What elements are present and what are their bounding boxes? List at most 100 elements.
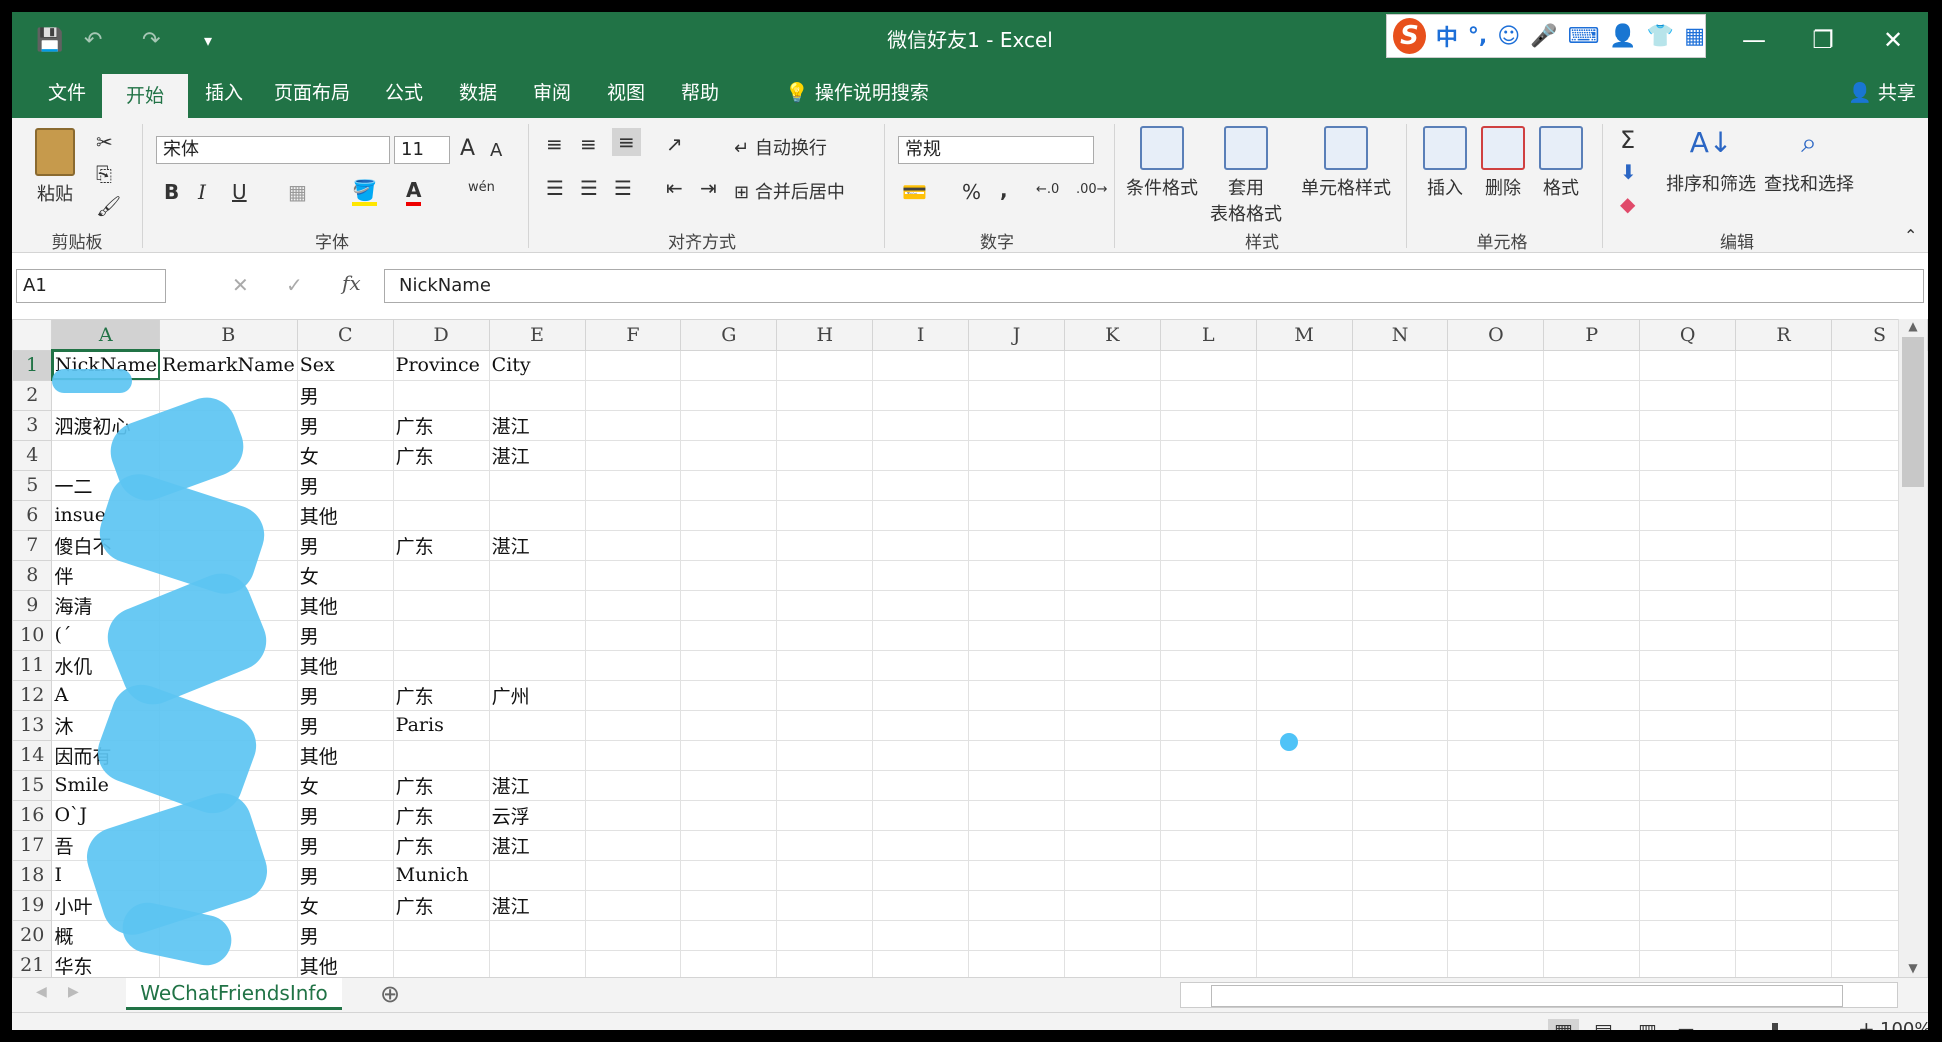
cell[interactable] — [488, 859, 586, 891]
cell[interactable] — [1735, 619, 1832, 651]
row-header[interactable]: 11 — [12, 649, 53, 681]
row-header[interactable]: 5 — [12, 469, 53, 501]
cell[interactable] — [1735, 889, 1832, 921]
cell[interactable] — [1543, 889, 1641, 921]
row-header[interactable]: 13 — [12, 709, 53, 741]
cell[interactable] — [1255, 559, 1353, 591]
cell[interactable]: 广东 — [392, 829, 490, 861]
row-header[interactable]: 2 — [12, 379, 53, 411]
cell[interactable]: 其他 — [296, 949, 394, 977]
cell[interactable] — [488, 709, 586, 741]
row-header[interactable]: 7 — [12, 529, 53, 561]
column-header-c[interactable]: C — [296, 319, 394, 351]
cell[interactable] — [1447, 469, 1545, 501]
cell[interactable] — [968, 859, 1065, 891]
cell[interactable] — [1447, 739, 1545, 771]
row-header[interactable]: 6 — [12, 499, 53, 531]
borders-icon[interactable]: ▦ — [288, 180, 307, 204]
cell[interactable] — [968, 739, 1065, 771]
cell[interactable] — [680, 409, 778, 441]
decrease-decimal-icon[interactable]: .00→ — [1076, 182, 1108, 197]
cell[interactable] — [1159, 919, 1257, 951]
cell[interactable] — [1255, 619, 1353, 651]
cell[interactable]: 湛江 — [488, 829, 586, 861]
row-header[interactable]: 8 — [12, 559, 53, 591]
cell[interactable]: 男 — [296, 469, 394, 501]
merge-center-button[interactable]: ⊞ 合并后居中 — [734, 178, 845, 204]
cell[interactable] — [776, 829, 874, 861]
cell[interactable] — [1735, 829, 1832, 861]
cell[interactable] — [1735, 409, 1832, 441]
cell[interactable] — [1639, 559, 1737, 591]
cell[interactable]: 女 — [296, 559, 394, 591]
cell[interactable] — [1447, 439, 1545, 471]
cell[interactable] — [1351, 349, 1449, 381]
cell[interactable]: 男 — [296, 829, 394, 861]
cell[interactable] — [680, 889, 778, 921]
cell[interactable] — [776, 949, 874, 977]
cell[interactable] — [968, 589, 1065, 621]
cell[interactable] — [1735, 919, 1832, 951]
font-name-select[interactable]: 宋体 — [156, 136, 390, 164]
cell[interactable] — [1159, 619, 1257, 651]
cell[interactable] — [392, 649, 490, 681]
zoom-level[interactable]: 100% — [1880, 1019, 1928, 1030]
cell[interactable] — [1255, 409, 1353, 441]
grow-font-icon[interactable]: A — [460, 136, 475, 161]
cell[interactable] — [872, 919, 970, 951]
cell[interactable] — [1351, 469, 1449, 501]
cell[interactable] — [1159, 559, 1257, 591]
prev-sheet-icon[interactable]: ◀ — [36, 984, 47, 1000]
cell[interactable] — [1159, 949, 1257, 977]
cell[interactable]: 男 — [296, 409, 394, 441]
number-format-select[interactable]: 常规 — [898, 136, 1094, 164]
column-header-f[interactable]: F — [584, 319, 682, 351]
cell[interactable] — [1063, 739, 1161, 771]
scroll-up-icon[interactable]: ▲ — [1899, 319, 1927, 333]
cell[interactable] — [680, 619, 778, 651]
cell[interactable] — [1735, 679, 1832, 711]
comma-button[interactable]: , — [1000, 178, 1008, 202]
cell[interactable] — [392, 559, 490, 591]
cell[interactable] — [680, 739, 778, 771]
cell[interactable] — [1255, 469, 1353, 501]
cell[interactable] — [872, 949, 970, 977]
cell[interactable] — [680, 649, 778, 681]
row-header[interactable]: 4 — [12, 439, 53, 471]
paste-button[interactable]: 粘贴 — [30, 128, 80, 206]
cell[interactable] — [968, 619, 1065, 651]
cell[interactable]: 湛江 — [488, 769, 586, 801]
cell[interactable] — [1735, 559, 1832, 591]
cell[interactable]: 女 — [296, 769, 394, 801]
toolbox-icon[interactable]: ▦ — [1684, 24, 1705, 49]
increase-indent-icon[interactable]: ⇥ — [700, 176, 717, 200]
cell[interactable] — [1063, 469, 1161, 501]
cell[interactable]: 广东 — [392, 529, 490, 561]
cell[interactable]: 广东 — [392, 769, 490, 801]
cell[interactable] — [1351, 589, 1449, 621]
cell[interactable] — [1735, 799, 1832, 831]
cell[interactable] — [776, 409, 874, 441]
mic-icon[interactable]: 🎤 — [1530, 24, 1557, 49]
cell[interactable] — [1255, 589, 1353, 621]
cell[interactable]: 湛江 — [488, 529, 586, 561]
cell[interactable] — [488, 919, 586, 951]
cell[interactable] — [1159, 469, 1257, 501]
column-header-q[interactable]: Q — [1639, 319, 1737, 351]
cell[interactable] — [1447, 619, 1545, 651]
cell[interactable] — [1735, 709, 1832, 741]
cell[interactable]: 男 — [296, 379, 394, 411]
cell[interactable] — [1543, 799, 1641, 831]
cell[interactable]: 男 — [296, 679, 394, 711]
cell[interactable] — [1447, 769, 1545, 801]
cell[interactable] — [1063, 799, 1161, 831]
cell[interactable] — [1063, 409, 1161, 441]
cell[interactable] — [1447, 589, 1545, 621]
cell[interactable] — [584, 679, 682, 711]
name-box[interactable]: A1 — [16, 269, 166, 303]
shrink-font-icon[interactable]: A — [490, 140, 502, 161]
cell[interactable] — [1447, 379, 1545, 411]
cell[interactable] — [1255, 739, 1353, 771]
cell[interactable] — [488, 469, 586, 501]
column-header-b[interactable]: B — [159, 319, 298, 351]
